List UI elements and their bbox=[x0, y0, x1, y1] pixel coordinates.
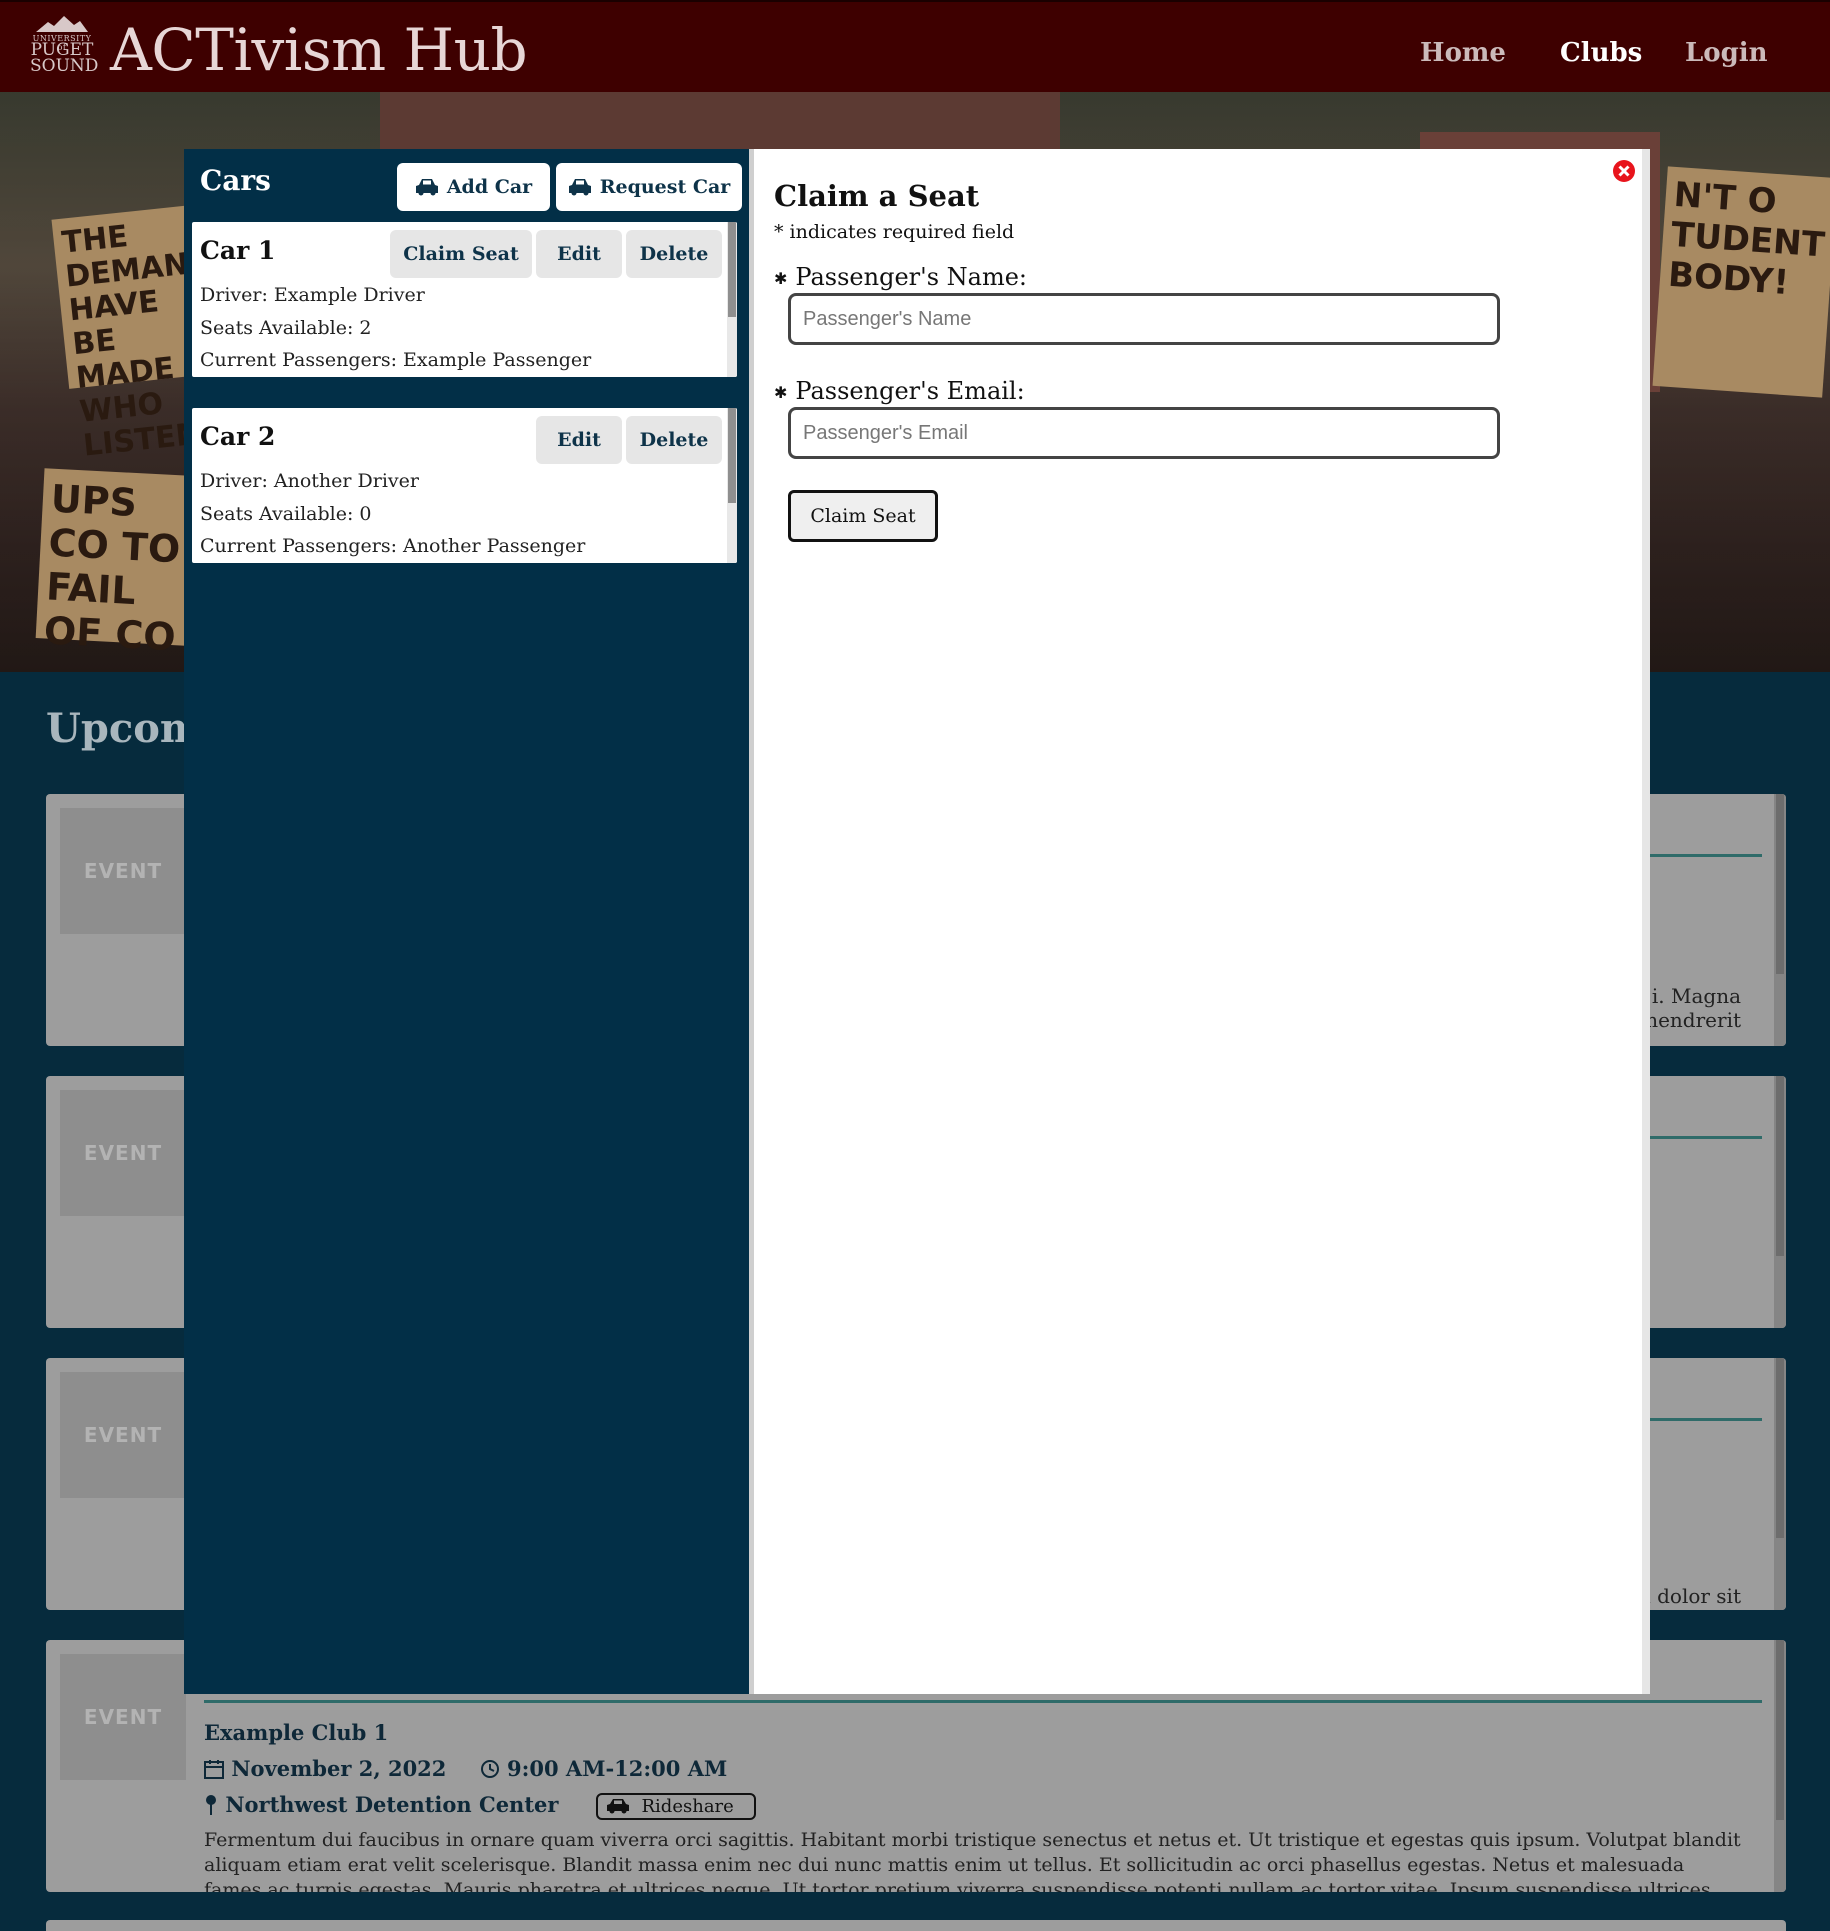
car-icon bbox=[568, 179, 591, 196]
request-car-label: Request Car bbox=[599, 176, 731, 198]
car-card-scrollbar[interactable] bbox=[727, 222, 737, 377]
protest-sign: UPS CO TO FAIL OF CO bbox=[35, 468, 195, 659]
event-scrollbar[interactable] bbox=[1774, 1358, 1786, 1610]
car-card: Car 1 Claim Seat Edit Delete Driver: Exa… bbox=[192, 222, 737, 377]
add-car-button[interactable]: Add Car bbox=[397, 163, 550, 211]
event-card[interactable] bbox=[46, 1920, 1786, 1931]
car-name: Car 2 bbox=[200, 422, 276, 451]
nav-home-link[interactable]: Home bbox=[1420, 38, 1506, 68]
calendar-icon bbox=[204, 1760, 224, 1779]
logo-line-3: SOUND bbox=[30, 56, 99, 76]
car-icon bbox=[606, 1799, 629, 1814]
event-thumbnail: EVENT bbox=[60, 1372, 186, 1498]
event-date: November 2, 2022 bbox=[231, 1756, 447, 1781]
cars-panel-title: Cars bbox=[200, 164, 271, 197]
event-thumbnail: EVENT bbox=[60, 808, 186, 934]
event-scrollbar[interactable] bbox=[1774, 1640, 1786, 1892]
event-description: Fermentum dui faucibus in ornare quam vi… bbox=[204, 1829, 1741, 1892]
car-card: Car 2 Edit Delete Driver: Another Driver… bbox=[192, 408, 737, 563]
required-asterisk-icon: ✱ bbox=[774, 269, 788, 288]
rideshare-label: Rideshare bbox=[641, 1796, 734, 1817]
car-driver: Driver: Example Driver bbox=[200, 284, 425, 306]
event-scrollbar[interactable] bbox=[1774, 794, 1786, 1046]
car-seats: Seats Available: 0 bbox=[200, 503, 372, 525]
top-navigation-bar: UNIVERSITY of PUGET SOUND ACTivism Hub H… bbox=[0, 0, 1830, 92]
delete-car-button[interactable]: Delete bbox=[626, 416, 722, 464]
event-location-row: Northwest Detention Center Rideshare bbox=[204, 1792, 756, 1820]
mountain-icon bbox=[36, 16, 88, 32]
event-divider bbox=[204, 1700, 1762, 1703]
car-icon bbox=[415, 179, 438, 196]
passenger-name-input[interactable] bbox=[788, 293, 1500, 345]
hero-roof bbox=[380, 92, 1060, 152]
event-scrollbar[interactable] bbox=[1774, 1076, 1786, 1328]
cars-panel: Cars Add Car Request Car Car 1 Claim Sea… bbox=[184, 149, 749, 1694]
protest-sign: N'T O TUDENT BODY! bbox=[1652, 166, 1830, 398]
edit-car-button[interactable]: Edit bbox=[536, 416, 622, 464]
car-name: Car 1 bbox=[200, 236, 276, 265]
delete-car-button[interactable]: Delete bbox=[626, 230, 722, 278]
required-field-note: * indicates required field bbox=[774, 221, 1015, 243]
claim-seat-submit-button[interactable]: Claim Seat bbox=[788, 490, 938, 542]
required-asterisk-icon: ✱ bbox=[774, 383, 788, 402]
car-passengers: Current Passengers: Another Passenger bbox=[200, 535, 586, 557]
clock-icon bbox=[480, 1760, 499, 1778]
car-driver: Driver: Another Driver bbox=[200, 470, 419, 492]
passenger-email-label-text: Passenger's Email: bbox=[795, 377, 1025, 405]
car-passengers: Current Passengers: Example Passenger bbox=[200, 349, 592, 371]
edit-car-button[interactable]: Edit bbox=[536, 230, 622, 278]
car-card-scrollbar[interactable] bbox=[727, 408, 737, 563]
passenger-email-label: ✱ Passenger's Email: bbox=[774, 377, 1025, 405]
nav-login-link[interactable]: Login bbox=[1685, 38, 1768, 68]
event-thumbnail: EVENT bbox=[60, 1654, 186, 1780]
passenger-name-label-text: Passenger's Name: bbox=[795, 263, 1028, 291]
university-logo[interactable]: UNIVERSITY of PUGET SOUND bbox=[30, 16, 99, 76]
modal-title: Claim a Seat bbox=[774, 179, 980, 213]
add-car-label: Add Car bbox=[446, 176, 533, 198]
event-thumbnail: EVENT bbox=[60, 1090, 186, 1216]
event-time: 9:00 AM-12:00 AM bbox=[507, 1756, 728, 1781]
request-car-button[interactable]: Request Car bbox=[556, 163, 742, 211]
passenger-email-input[interactable] bbox=[788, 407, 1500, 459]
claim-seat-button[interactable]: Claim Seat bbox=[390, 230, 532, 278]
event-text-fragment: i. Magna bbox=[1651, 984, 1741, 1008]
map-pin-icon bbox=[206, 1795, 216, 1815]
close-icon[interactable] bbox=[1612, 159, 1636, 183]
event-datetime: November 2, 2022 9:00 AM-12:00 AM bbox=[204, 1756, 727, 1781]
event-title[interactable]: Example Club 1 bbox=[204, 1720, 388, 1745]
claim-seat-modal: Claim a Seat * indicates required field … bbox=[749, 149, 1650, 1694]
event-location: Northwest Detention Center bbox=[225, 1792, 559, 1817]
rideshare-button[interactable]: Rideshare bbox=[595, 1793, 756, 1820]
site-title[interactable]: ACTivism Hub bbox=[110, 16, 528, 84]
nav-clubs-link[interactable]: Clubs bbox=[1560, 38, 1642, 68]
car-seats: Seats Available: 2 bbox=[200, 317, 372, 339]
passenger-name-label: ✱ Passenger's Name: bbox=[774, 263, 1027, 291]
